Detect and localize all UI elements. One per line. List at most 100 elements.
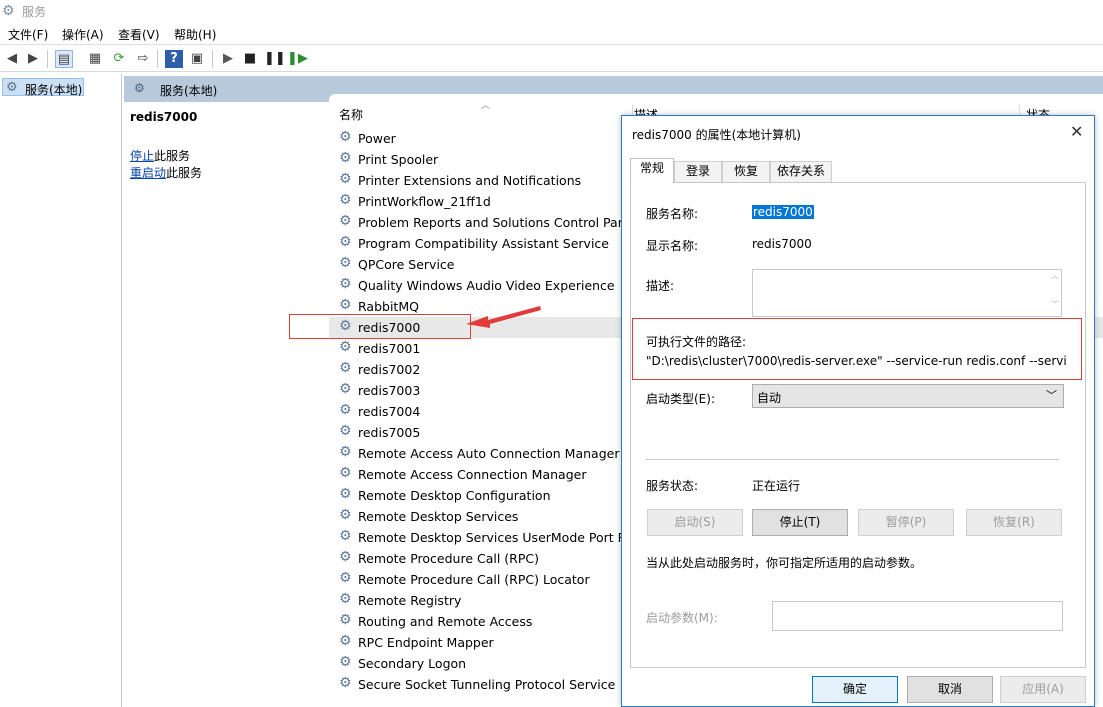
column-name-header[interactable]: 名称: [339, 106, 363, 123]
service-row-name: Remote Desktop Configuration: [358, 488, 551, 503]
gear-icon: ⚙: [339, 192, 352, 208]
service-row-name: redis7003: [358, 383, 421, 398]
properties-icon[interactable]: ▦: [86, 50, 104, 68]
stop-service-link[interactable]: 停止: [130, 149, 154, 163]
gear-icon: ⚙: [339, 486, 352, 502]
gear-icon: ⚙: [339, 654, 352, 670]
tab-dependencies[interactable]: 依存关系: [770, 161, 832, 182]
gear-icon: ⚙: [6, 80, 18, 95]
close-icon[interactable]: ✕: [1070, 122, 1083, 141]
stop-button[interactable]: 停止(T): [752, 509, 848, 536]
console-icon[interactable]: ▣: [188, 50, 206, 68]
toolbar: ◀ ▶ ▤ ▦ ⟳ ⇨ ? ▣ ▶ ■ ❚❚ ❚▶: [0, 44, 1103, 72]
menu-action[interactable]: 操作(A): [62, 26, 104, 43]
service-row-name: PrintWorkflow_21ff1d: [358, 194, 491, 209]
pause-service-icon[interactable]: ❚❚: [264, 50, 286, 68]
service-row-name: Remote Registry: [358, 593, 462, 608]
menu-help[interactable]: 帮助(H): [174, 26, 216, 43]
gear-icon: ⚙: [339, 423, 352, 439]
gear-icon: ⚙: [339, 633, 352, 649]
tab-logon[interactable]: 登录: [674, 161, 722, 182]
service-row-name: redis7004: [358, 404, 421, 419]
export-list-icon[interactable]: ⇨: [134, 50, 152, 68]
display-name-label: 显示名称:: [646, 239, 699, 253]
gear-icon: ⚙: [339, 255, 352, 271]
tree-item-services-local[interactable]: ⚙ 服务(本地): [2, 78, 84, 97]
apply-button[interactable]: 应用(A): [1000, 676, 1086, 703]
description-label: 描述:: [646, 279, 675, 293]
gear-icon: ⚙: [339, 381, 352, 397]
startup-hint-text: 当从此处启动服务时，你可指定所适用的启动参数。: [646, 556, 923, 570]
gear-icon: ⚙: [339, 402, 352, 418]
gear-icon: ⚙: [339, 360, 352, 376]
startup-type-select[interactable]: 自动 ﹀: [752, 384, 1064, 408]
gear-icon: ⚙: [339, 150, 352, 166]
service-row-name: Power: [358, 131, 396, 146]
tab-general[interactable]: 常规: [630, 158, 674, 183]
service-row-name: Remote Procedure Call (RPC) Locator: [358, 572, 590, 587]
service-row-name: Routing and Remote Access: [358, 614, 533, 629]
service-row-name: Printer Extensions and Notifications: [358, 173, 582, 188]
description-scrollbar[interactable]: ︿ ﹀: [1049, 270, 1061, 316]
gear-icon: ⚙: [339, 276, 352, 292]
services-gear-icon: ⚙: [2, 3, 15, 19]
menu-bar: 文件(F) 操作(A) 查看(V) 帮助(H): [0, 22, 1103, 44]
description-field[interactable]: ︿ ﹀: [752, 269, 1062, 317]
properties-dialog: redis7000 的属性(本地计算机) ✕ 常规 登录 恢复 依存关系 服务名…: [621, 115, 1095, 707]
service-row-name: Remote Procedure Call (RPC): [358, 551, 539, 566]
tab-recovery[interactable]: 恢复: [722, 161, 770, 182]
service-row-name: Remote Desktop Services: [358, 509, 519, 524]
service-row-name: redis7002: [358, 362, 421, 377]
service-row-name: Secure Socket Tunneling Protocol Service: [358, 677, 616, 692]
service-name-label: 服务名称:: [646, 207, 699, 221]
gear-icon: ⚙: [339, 129, 352, 145]
display-name-value[interactable]: redis7000: [752, 237, 812, 251]
service-row-name: Problem Reports and Solutions Control Pa…: [358, 215, 646, 230]
menu-view[interactable]: 查看(V): [118, 26, 160, 43]
menu-file[interactable]: 文件(F): [8, 26, 48, 43]
back-arrow-icon[interactable]: ◀: [3, 50, 21, 68]
start-params-label: 启动参数(M):: [646, 611, 718, 625]
forward-arrow-icon[interactable]: ▶: [24, 50, 42, 68]
restart-service-link[interactable]: 重启动: [130, 166, 166, 180]
gear-icon: ⚙: [339, 465, 352, 481]
service-row-name: RPC Endpoint Mapper: [358, 635, 494, 650]
restart-service-icon[interactable]: ❚▶: [287, 50, 308, 68]
general-tab-panel: 服务名称: redis7000 显示名称: redis7000 描述: ︿ ﹀ 可…: [630, 182, 1086, 668]
start-button[interactable]: 启动(S): [647, 509, 743, 536]
dialog-title: redis7000 的属性(本地计算机): [632, 128, 801, 142]
service-row-name: Remote Access Auto Connection Manager: [358, 446, 620, 461]
service-row-name: RabbitMQ: [358, 299, 419, 314]
annotation-box-redis7000: [289, 314, 471, 339]
pause-button[interactable]: 暂停(P): [858, 509, 954, 536]
service-row-name: Quality Windows Audio Video Experience: [358, 278, 615, 293]
console-tree: ⚙ 服务(本地): [0, 74, 122, 707]
start-service-icon[interactable]: ▶: [219, 50, 237, 68]
service-row-name: Remote Desktop Services UserMode Port Re…: [358, 530, 646, 545]
refresh-icon[interactable]: ⟳: [110, 50, 128, 68]
gear-icon: ⚙: [339, 213, 352, 229]
gear-icon: ⚙: [339, 507, 352, 523]
ok-button[interactable]: 确定: [812, 676, 898, 703]
service-name-value[interactable]: redis7000: [752, 205, 814, 219]
resume-button[interactable]: 恢复(R): [966, 509, 1062, 536]
gear-icon: ⚙: [339, 591, 352, 607]
gear-icon: ⚙: [339, 444, 352, 460]
title-bar: ⚙ 服务: [0, 0, 1103, 22]
window-title: 服务: [22, 5, 47, 19]
gear-icon: ⚙: [339, 570, 352, 586]
service-status-value: 正在运行: [752, 479, 801, 493]
console-tree-icon[interactable]: ▤: [55, 50, 73, 68]
start-params-input[interactable]: [772, 601, 1063, 631]
cancel-button[interactable]: 取消: [907, 676, 993, 703]
service-row-name: Print Spooler: [358, 152, 439, 167]
service-row-name: redis7001: [358, 341, 421, 356]
selected-service-name: redis7000: [130, 110, 198, 124]
gear-icon: ⚙: [339, 234, 352, 250]
service-row-name: Remote Access Connection Manager: [358, 467, 587, 482]
stop-service-icon[interactable]: ■: [241, 50, 259, 68]
service-row-name: QPCore Service: [358, 257, 455, 272]
service-row-name: Program Compatibility Assistant Service: [358, 236, 609, 251]
help-icon[interactable]: ?: [165, 50, 183, 68]
startup-type-label: 启动类型(E):: [646, 392, 715, 406]
